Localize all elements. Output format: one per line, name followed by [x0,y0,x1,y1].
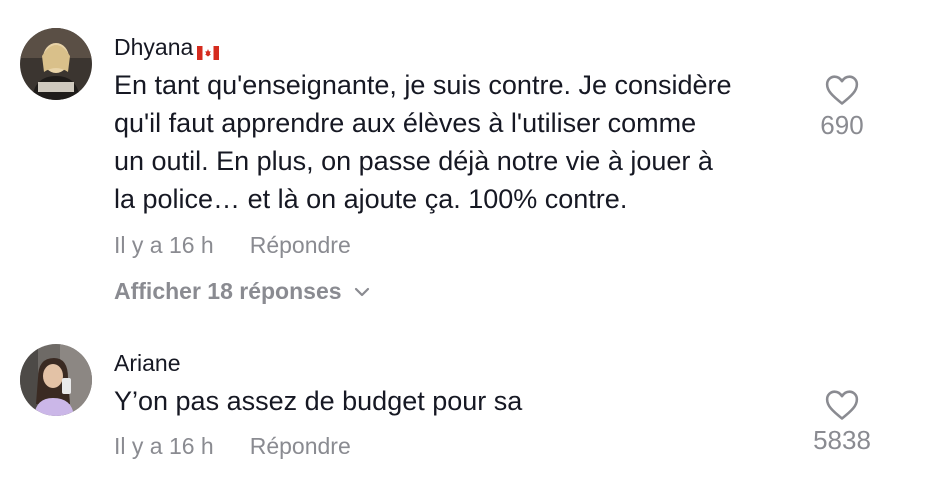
comment-text-line: la police… et là on ajoute ça. 100% cont… [114,184,628,214]
comment-text-line: qu'il faut apprendre aux élèves à l'util… [114,108,697,138]
view-replies-button[interactable]: Afficher 18 réponses [114,278,372,305]
comment-text-line: En tant qu'enseignante, je suis contre. … [114,70,732,100]
chevron-down-icon [354,287,369,296]
like-count: 5838 [813,425,871,455]
flag-canada-icon [197,39,220,60]
comment-text: En tant qu'enseignante, je suis contre. … [114,66,804,218]
like-button[interactable]: 5838 [802,389,882,456]
comment-timestamp: Il y a 16 h [114,433,214,459]
comment-text-line: Y’on pas assez de budget pour sa [114,386,523,416]
like-button[interactable]: 690 [802,74,882,141]
username-text: Ariane [114,350,181,376]
like-count: 690 [820,110,864,140]
view-replies-label: Afficher 18 réponses [114,278,342,304]
comment-text-line: un outil. En plus, on passe déjà notre v… [114,146,713,176]
avatar[interactable] [20,28,92,100]
reply-button[interactable]: Répondre [250,433,351,460]
comment-text: Y’on pas assez de budget pour sa [114,382,804,420]
comment-meta: Il y a 16 h Répondre [114,232,351,259]
heart-icon [825,75,859,105]
comment-timestamp: Il y a 16 h [114,232,214,258]
comment-meta: Il y a 16 h Répondre [114,433,351,460]
comment-username[interactable]: Ariane [114,350,180,377]
comment-username[interactable]: Dhyana [114,34,220,61]
heart-icon [825,390,859,420]
avatar[interactable] [20,344,92,416]
reply-button[interactable]: Répondre [250,232,351,259]
username-text: Dhyana [114,34,194,60]
